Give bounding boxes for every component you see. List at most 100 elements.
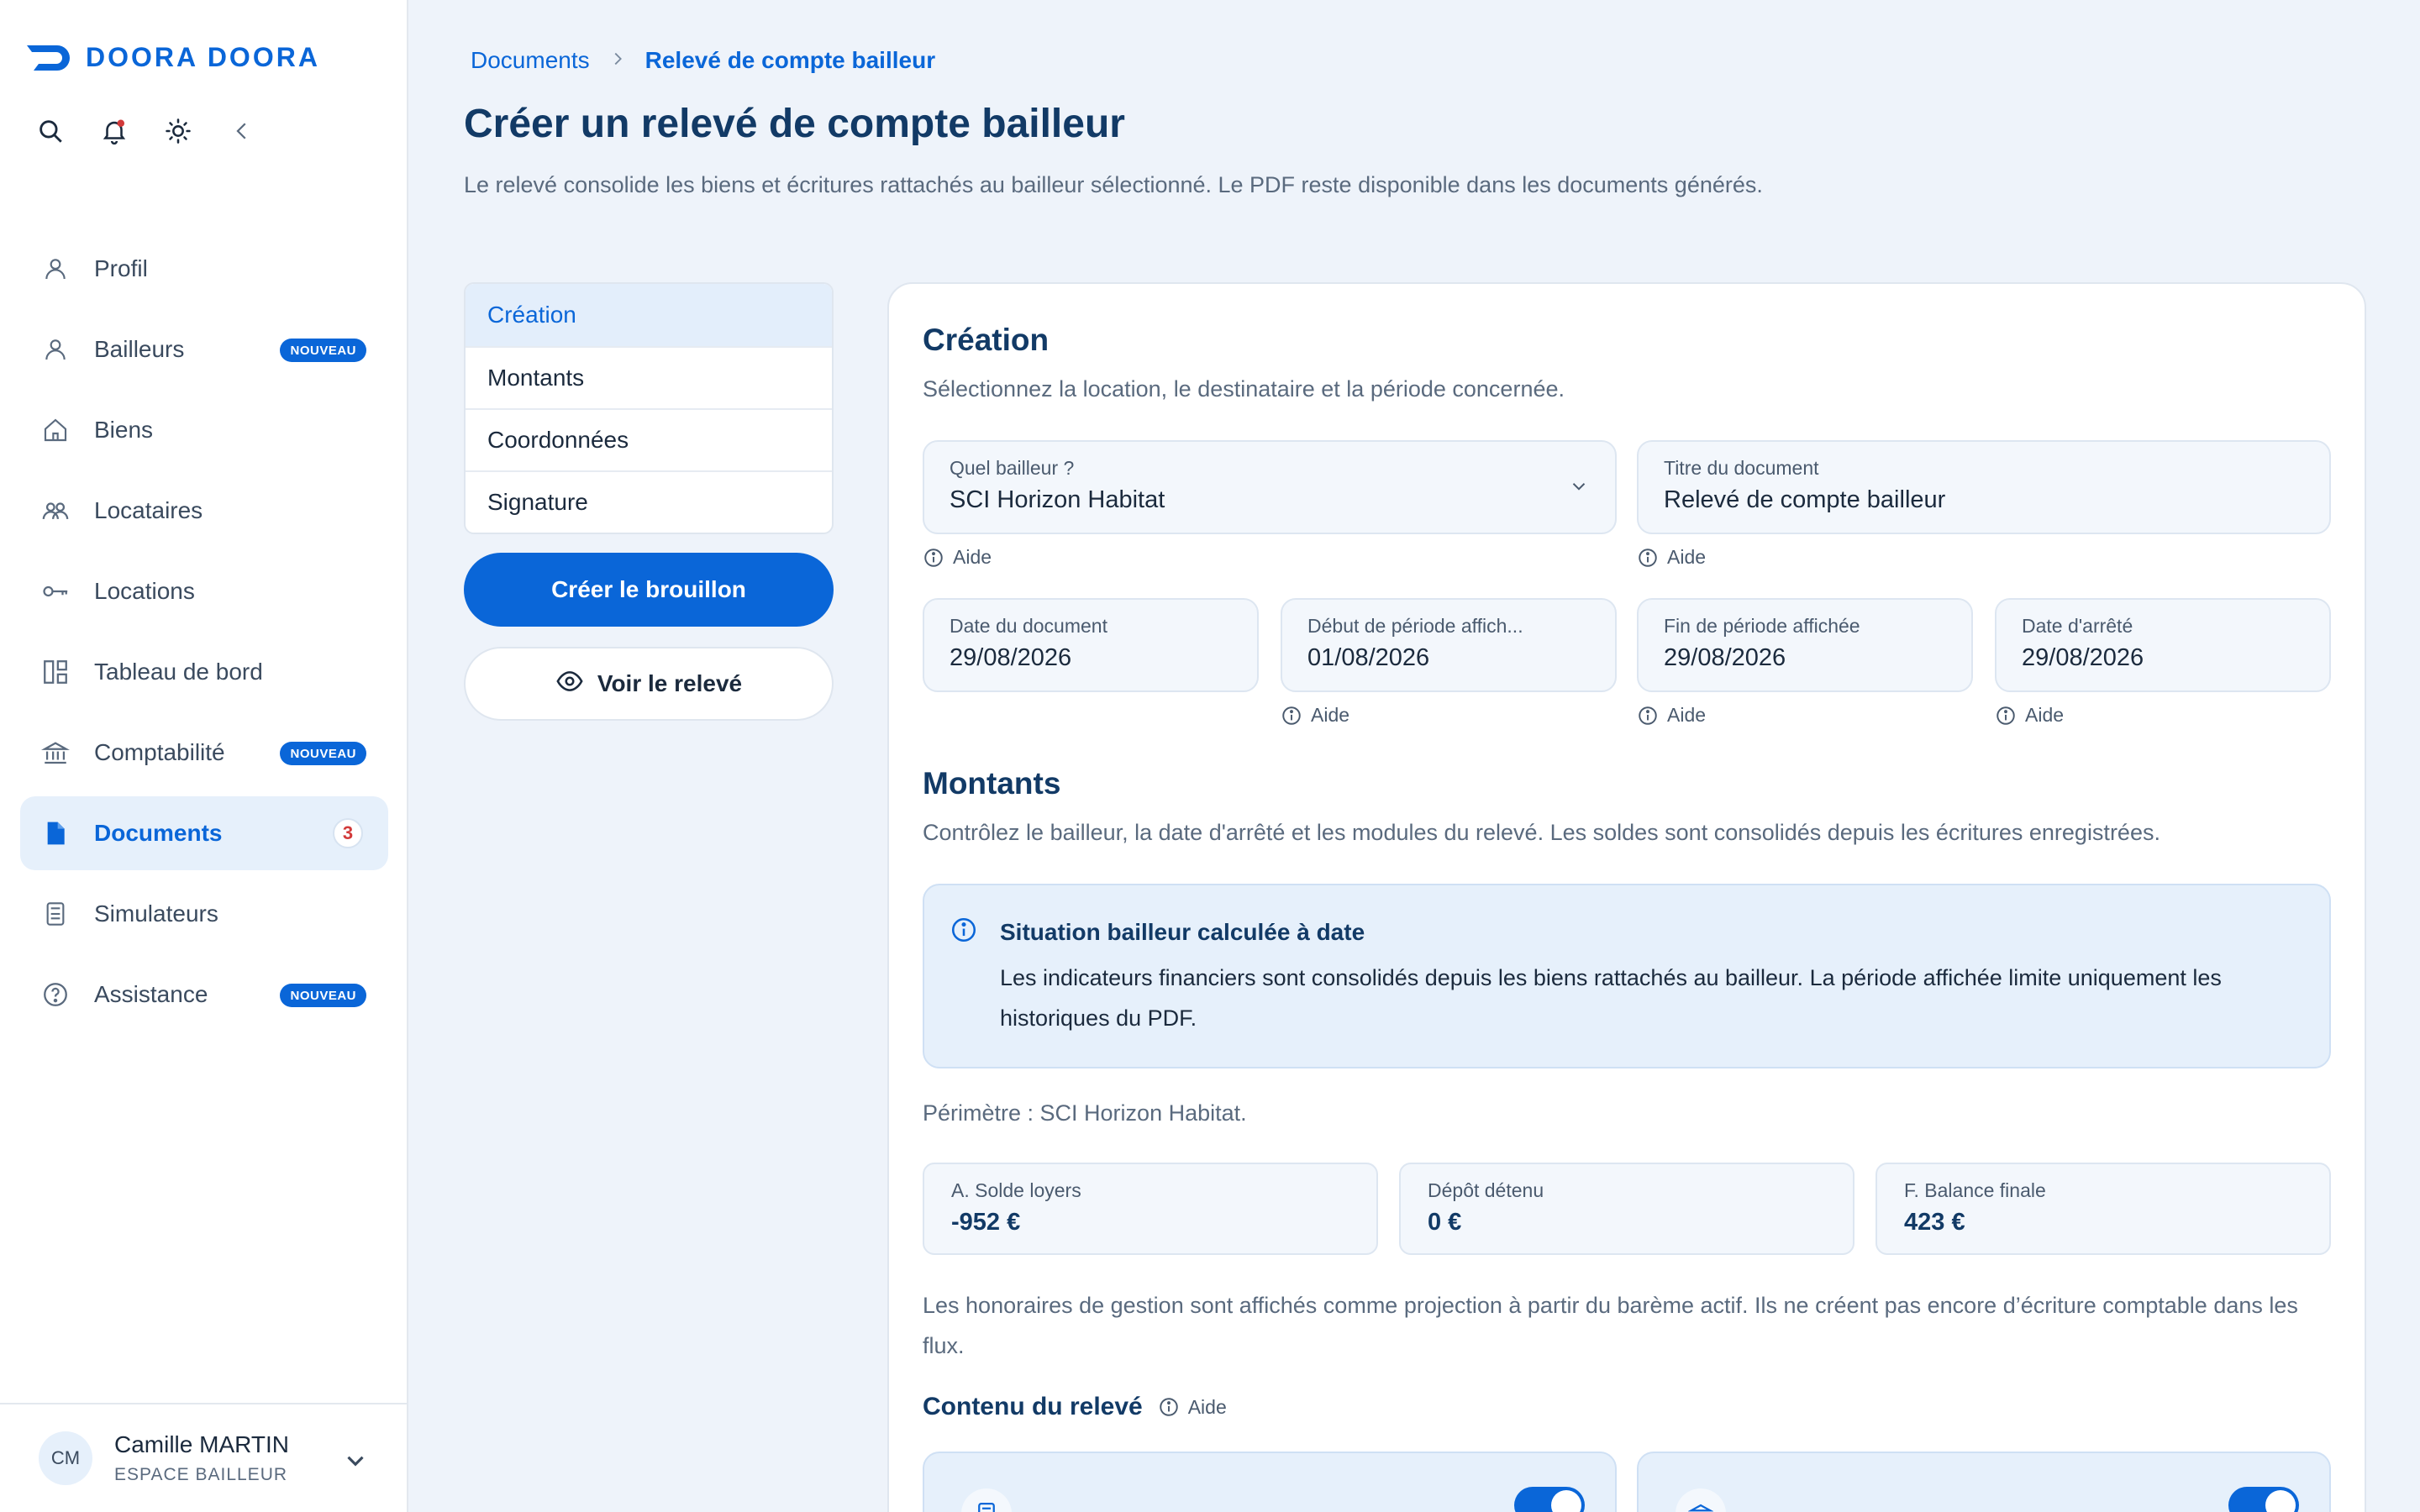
- step-creation[interactable]: Création: [466, 284, 832, 346]
- brand-logo[interactable]: DOORA DOORA: [27, 42, 320, 73]
- help-circle-icon: [39, 978, 72, 1011]
- create-draft-button[interactable]: Créer le brouillon: [464, 553, 834, 627]
- chevron-down-icon[interactable]: [341, 1446, 370, 1479]
- sidebar-item-biens[interactable]: Biens: [20, 393, 388, 467]
- info-icon: [1996, 706, 2015, 725]
- period-start-label: Début de période affich...: [1307, 615, 1523, 637]
- breadcrumb-current: Relevé de compte bailleur: [644, 47, 936, 73]
- kpi-value: 0 €: [1428, 1209, 1462, 1236]
- notification-bell-icon[interactable]: [97, 114, 131, 148]
- montants-section-title: Montants: [923, 766, 1061, 801]
- step-signature[interactable]: Signature: [466, 470, 832, 533]
- sidebar-item-label: Comptabilité: [94, 739, 225, 765]
- sidebar-item-label: Biens: [94, 417, 154, 443]
- kpi-depot-detenu: Dépôt détenu 0 €: [1399, 1163, 1854, 1255]
- brand-name: DOORA DOORA: [86, 42, 320, 72]
- page-title: Créer un relevé de compte bailleur: [464, 102, 1125, 146]
- period-end-value: 29/08/2026: [1664, 644, 1786, 671]
- sidebar-item-label: Assistance: [94, 981, 208, 1007]
- breadcrumb-root-link[interactable]: Documents: [471, 47, 590, 74]
- bank-icon: [1676, 1488, 1726, 1512]
- info-title: Situation bailleur calculée à date: [1000, 919, 1365, 945]
- kpi-solde-loyers: A. Solde loyers -952 €: [923, 1163, 1378, 1255]
- document-date-value: 29/08/2026: [950, 644, 1072, 671]
- module-toggle[interactable]: [2228, 1487, 2299, 1512]
- period-start-help[interactable]: Aide: [1281, 704, 1349, 727]
- info-icon: [1639, 706, 1657, 725]
- step-coordonnees[interactable]: Coordonnées: [466, 408, 832, 470]
- sidebar-item-label: Locataires: [94, 497, 203, 523]
- sidebar-item-tableau-de-bord[interactable]: Tableau de bord: [20, 635, 388, 709]
- sidebar-item-comptabilite[interactable]: Comptabilité NOUVEAU: [20, 716, 388, 790]
- stop-date-input[interactable]: Date d'arrêté 29/08/2026: [1995, 598, 2331, 692]
- sidebar-item-simulateurs[interactable]: Simulateurs: [20, 877, 388, 951]
- bailleur-help[interactable]: Aide: [923, 546, 992, 569]
- page-description: Le relevé consolide les biens et écritur…: [464, 172, 1763, 197]
- theme-sun-icon[interactable]: [161, 114, 195, 148]
- step-list: Création Montants Coordonnées Signature: [464, 282, 834, 534]
- new-badge: NOUVEAU: [280, 339, 366, 362]
- search-icon[interactable]: [34, 114, 67, 148]
- sidebar: DOORA DOORA Profil Bailleurs NOUVEAU Bie…: [0, 0, 408, 1512]
- logo-icon: [27, 45, 70, 71]
- scope-text: Périmètre : SCI Horizon Habitat.: [923, 1100, 1247, 1126]
- info-icon: [1159, 1398, 1178, 1416]
- key-icon: [39, 575, 72, 608]
- user-menu[interactable]: CM Camille MARTIN ESPACE BAILLEUR: [0, 1403, 408, 1512]
- document-title-help[interactable]: Aide: [1637, 546, 1706, 569]
- sidebar-item-label: Documents: [94, 820, 223, 846]
- sidebar-item-locations[interactable]: Locations: [20, 554, 388, 628]
- documents-count-badge: 3: [333, 818, 363, 848]
- chevron-right-icon: [608, 47, 627, 74]
- contenu-help[interactable]: Aide: [1158, 1396, 1227, 1419]
- sidebar-item-locataires[interactable]: Locataires: [20, 474, 388, 548]
- new-badge: NOUVEAU: [280, 984, 366, 1007]
- info-icon: [1639, 548, 1657, 567]
- creation-section-title: Création: [923, 323, 1050, 357]
- period-end-label: Fin de période affichée: [1664, 615, 1860, 637]
- preview-statement-button[interactable]: Voir le relevé: [464, 647, 834, 721]
- info-icon: [924, 548, 943, 567]
- sidebar-item-label: Locations: [94, 578, 195, 604]
- info-text: Les indicateurs financiers sont consolid…: [1000, 965, 2222, 1031]
- new-badge: NOUVEAU: [280, 742, 366, 765]
- sidebar-item-documents[interactable]: Documents 3: [20, 796, 388, 870]
- sidebar-toolbar: [34, 114, 259, 148]
- period-end-help[interactable]: Aide: [1637, 704, 1706, 727]
- help-label: Aide: [1667, 546, 1707, 568]
- step-montants[interactable]: Montants: [466, 346, 832, 408]
- module-toggle[interactable]: [1514, 1487, 1585, 1512]
- document-date-input[interactable]: Date du document 29/08/2026: [923, 598, 1259, 692]
- module-card-bank[interactable]: [1637, 1452, 2331, 1512]
- help-label: Aide: [1311, 704, 1350, 726]
- stop-date-label: Date d'arrêté: [2022, 615, 2133, 637]
- collapse-chevron-left-icon[interactable]: [225, 114, 259, 148]
- bailleur-select-label: Quel bailleur ?: [950, 457, 1075, 479]
- preview-button-label: Voir le relevé: [597, 670, 743, 696]
- montants-section-description: Contrôlez le bailleur, la date d'arrêté …: [923, 820, 2160, 845]
- document-date-label: Date du document: [950, 615, 1107, 637]
- sidebar-item-bailleurs[interactable]: Bailleurs NOUVEAU: [20, 312, 388, 386]
- user-icon: [39, 333, 72, 366]
- document-title-input[interactable]: Titre du document Relevé de compte baill…: [1637, 440, 2331, 534]
- help-label: Aide: [1187, 1395, 1227, 1418]
- creation-section-description: Sélectionnez la location, le destinatair…: [923, 376, 1565, 402]
- period-start-value: 01/08/2026: [1307, 644, 1430, 671]
- bailleur-select[interactable]: Quel bailleur ? SCI Horizon Habitat: [923, 440, 1617, 534]
- help-label: Aide: [1667, 704, 1707, 726]
- period-start-input[interactable]: Début de période affich... 01/08/2026: [1281, 598, 1617, 692]
- period-end-input[interactable]: Fin de période affichée 29/08/2026: [1637, 598, 1973, 692]
- fees-note: Les honoraires de gestion sont affichés …: [923, 1293, 2298, 1358]
- user-icon: [39, 252, 72, 286]
- situation-info-box: Situation bailleur calculée à date Les i…: [923, 884, 2331, 1068]
- kpi-label: Dépôt détenu: [1428, 1179, 1544, 1201]
- stop-date-value: 29/08/2026: [2022, 644, 2144, 671]
- stop-date-help[interactable]: Aide: [1995, 704, 2064, 727]
- kpi-value: -952 €: [951, 1209, 1021, 1236]
- bank-icon: [39, 736, 72, 769]
- help-label: Aide: [2025, 704, 2065, 726]
- module-card-calculator[interactable]: [923, 1452, 1617, 1512]
- bailleur-select-value: SCI Horizon Habitat: [950, 486, 1165, 513]
- sidebar-item-profil[interactable]: Profil: [20, 232, 388, 306]
- sidebar-item-assistance[interactable]: Assistance NOUVEAU: [20, 958, 388, 1032]
